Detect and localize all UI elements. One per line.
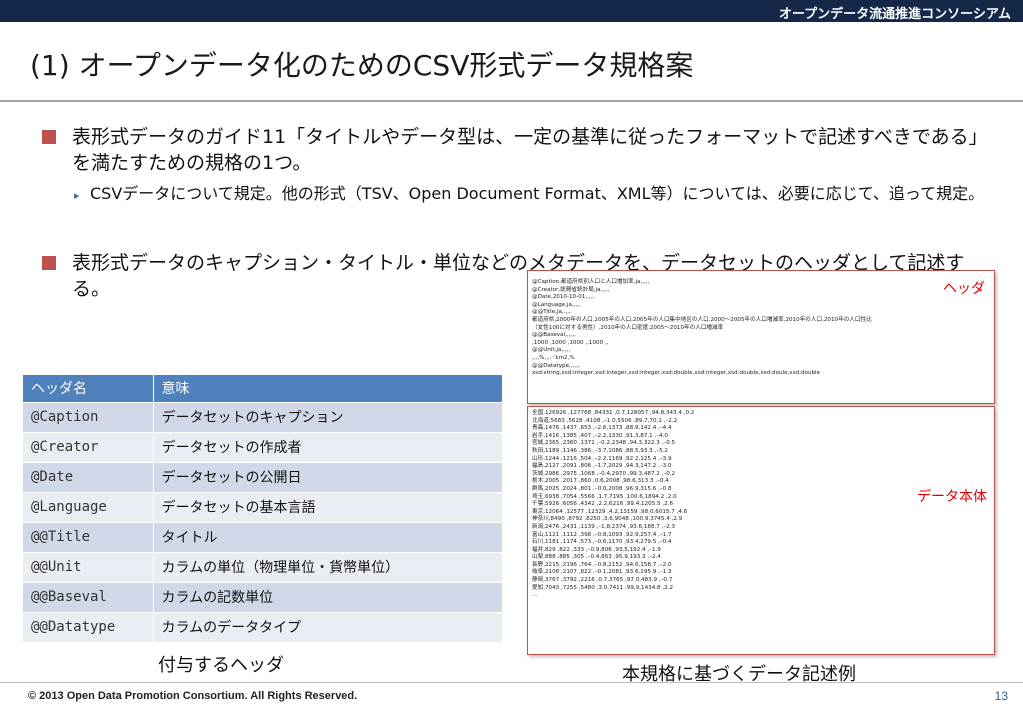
csv-header-line: @Language,ja,,,,, — [532, 301, 581, 308]
csv-data-line: 栃木,2005 ,2017 ,860 ,0.6,2008 ,98.6,313.3… — [532, 478, 669, 485]
table-row: @Language データセットの基本言語 — [23, 491, 503, 522]
csv-header-line: @Caption,都道府県別人口と人口増加率,ja,,,,, — [532, 279, 650, 285]
table-row: @Date データセットの公開日 — [23, 461, 503, 492]
header-definition-table: ヘッダ名 意味 @Caption データセットのキャプション @Creator … — [23, 375, 503, 642]
csv-header-line: @Creator,総務省統計局,ja,,,,, — [532, 286, 610, 293]
header-block-label: ヘッダ — [943, 281, 985, 297]
csv-data-line: 山梨,888 ,885 ,305 ,–0.4,863 ,95.9,193.3 ,… — [532, 554, 661, 561]
header-meaning: カラムの記数単位 — [153, 581, 503, 612]
header-meaning: タイトル — [153, 521, 503, 552]
bullet-text: 表形式データのガイド11「タイトルやデータ型は、一定の基準に従ったフォーマットで… — [72, 126, 988, 174]
csv-data-line: 新潟,2476 ,2431 ,1139 ,–1.8,2374 ,93.6,188… — [532, 523, 676, 530]
header-key: @@Unit — [23, 551, 154, 582]
csv-header-line: ,1000 ,1000 ,1000 ,,1000 ,, — [532, 339, 609, 346]
header-meaning: データセットの基本言語 — [153, 491, 503, 522]
header-key: @Date — [23, 461, 154, 492]
csv-header-line: @@Unit,ja,,,,, — [532, 347, 571, 354]
square-bullet-icon — [42, 130, 56, 144]
header-key: @Caption — [23, 401, 154, 432]
csv-header-line: ,,,,%,,,／km2,% — [532, 354, 575, 361]
page-number: 13 — [994, 689, 1008, 703]
header-meaning: カラムのデータタイプ — [153, 611, 503, 642]
consortium-name: オープンデータ流通推進コンソーシアム — [778, 7, 1011, 22]
csv-header-line: （女性100に対する男性）,2010年の人口密度,2005～2010年の人口増減… — [532, 324, 724, 331]
csv-data-line: 岐阜,2108 ,2107 ,822 ,–0.1,2081 ,93.6,195.… — [532, 569, 672, 576]
header-key: @@Datatype — [23, 611, 154, 642]
csv-header-line: @@Datatype,,,,,, — [532, 362, 580, 369]
header-key: @@Title — [23, 521, 154, 552]
csv-data-line: 富山,1121 ,1112 ,398 ,–0.8,1093 ,92.9,257.… — [532, 531, 672, 538]
bullet-guide11: 表形式データのガイド11「タイトルやデータ型は、一定の基準に従ったフォーマットで… — [42, 124, 1002, 176]
csv-data-line: 福島,2127 ,2091 ,806 ,–1.7,2029 ,94.3,147.… — [532, 463, 672, 470]
csv-header-line: @@Title,ja,,,,, — [532, 309, 571, 316]
table-row: @Caption データセットのキャプション — [23, 401, 503, 432]
column-header-meaning: 意味 — [153, 375, 503, 402]
table-row: @@Baseval カラムの記数単位 — [23, 581, 503, 612]
column-header-name: ヘッダ名 — [23, 375, 154, 402]
table-row: @Creator データセットの作成者 — [23, 431, 503, 462]
triangle-bullet-icon: ▸ — [74, 189, 80, 202]
header-table-caption: 付与するヘッダ — [158, 655, 284, 676]
csv-data-line: 全国,126926 ,127768 ,84331 ,0.7,128057 ,94… — [532, 410, 695, 416]
table-row: @@Title タイトル — [23, 521, 503, 552]
header-meaning: カラムの単位（物理単位・貨幣単位） — [153, 551, 503, 582]
csv-header-line: xsd:string,xsd:integer,xsd:integer,xsd:i… — [532, 370, 821, 377]
csv-data-line: 青森,1476 ,1437 ,653 ,–2.6,1373 ,88.9,142.… — [532, 425, 672, 432]
csv-data-line: 宮城,2365 ,2360 ,1371 ,–0.2,2348 ,94.3,322… — [532, 440, 676, 447]
header-key: @Creator — [23, 431, 154, 462]
top-banner: オープンデータ流通推進コンソーシアム — [0, 0, 1023, 22]
table-row: @@Unit カラムの単位（物理単位・貨幣単位） — [23, 551, 503, 582]
square-bullet-icon — [42, 256, 56, 270]
csv-data-line: 石川,1181 ,1174 ,573 ,–0.6,1170 ,93.4,279.… — [532, 539, 672, 546]
csv-data-line: 秋田,1189 ,1146 ,386 ,–3.7,1086 ,88.5,93.3… — [532, 447, 668, 454]
table-row: @@Datatype カラムのデータタイプ — [23, 611, 503, 642]
header-key: @@Baseval — [23, 581, 154, 612]
csv-data-line: 静岡,3767 ,3792 ,2216 ,0.7,3765 ,97.0,483.… — [532, 577, 673, 584]
header-meaning: データセットのキャプション — [153, 401, 503, 432]
csv-header-line: 都道府県,2000年の人口,2005年の人口,2005年の人口集中地区の人口,2… — [532, 316, 872, 323]
slide-title: (1) オープンデータ化のためのCSV形式データ規格案 — [30, 49, 694, 82]
data-block-label: データ本体 — [917, 489, 987, 505]
copyright-notice: © 2013 Open Data Promotion Consortium. A… — [28, 690, 358, 702]
csv-data-line: 愛知,7043 ,7255 ,5480 ,3.0,7411 ,99.9,1434… — [532, 584, 674, 591]
title-divider — [0, 100, 1023, 102]
header-key: @Language — [23, 491, 154, 522]
csv-header-block: @Caption,都道府県別人口と人口増加率,ja,,,,, @Creator,総… — [527, 270, 995, 404]
sub-bullet-csv: ▸ CSVデータについて規定。他の形式（TSV、Open Document Fo… — [74, 183, 994, 205]
csv-data-line: ... — [532, 592, 538, 599]
header-meaning: データセットの公開日 — [153, 461, 503, 492]
header-meaning: データセットの作成者 — [153, 431, 503, 462]
csv-example: @Caption,都道府県別人口と人口増加率,ja,,,,, @Creator,総… — [527, 270, 995, 655]
csv-header-line: @Date,2010-10-01,,,,, — [532, 294, 595, 301]
footer-divider — [0, 682, 1023, 683]
csv-header-line: @@Baseval,,,,,, — [532, 332, 576, 339]
sub-bullet-text: CSVデータについて規定。他の形式（TSV、Open Document Form… — [90, 184, 985, 203]
csv-data-line: 神奈川,8490 ,8792 ,8250 ,3.6,9048 ,100.9,37… — [532, 516, 683, 523]
csv-data-block: 全国,126926 ,127768 ,84331 ,0.7,128057 ,94… — [527, 406, 995, 655]
table-header-row: ヘッダ名 意味 — [23, 375, 503, 402]
